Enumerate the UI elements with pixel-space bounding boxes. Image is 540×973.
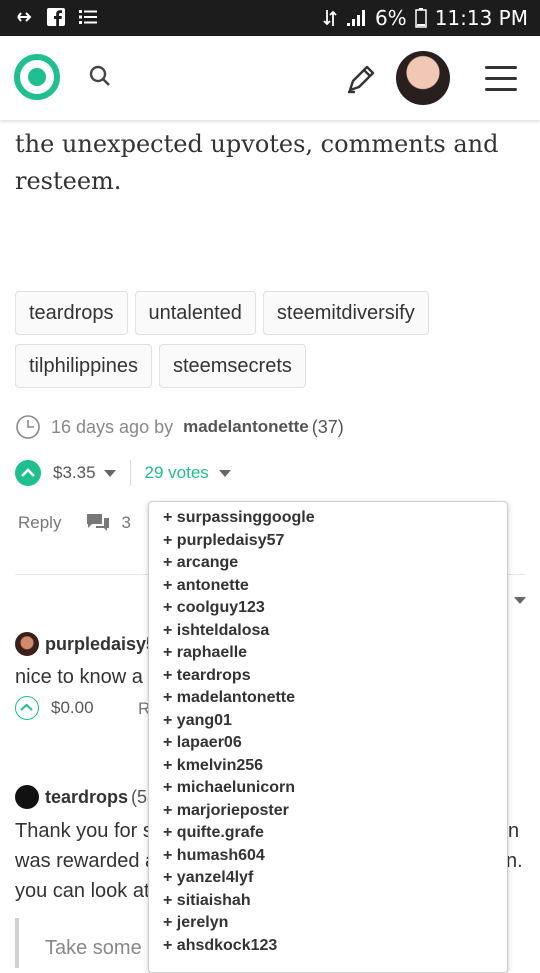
upvote-button[interactable] [15,696,39,720]
facebook-icon [47,8,65,26]
voter-item[interactable]: + purpledaisy57 [163,530,507,553]
upvote-button[interactable] [15,460,41,486]
voter-item[interactable]: + humash604 [163,845,507,868]
battery-percent: 6% [374,6,407,30]
comment-avatar[interactable] [15,632,39,656]
comment-text-line: you can look at [15,880,150,902]
voter-item[interactable]: + yanzel4lyf [163,867,507,890]
voter-item[interactable]: + ahsdkock123 [163,935,507,958]
post-body: the unexpected upvotes, comments and res… [15,126,515,200]
voter-list: + surpassinggoogle + purpledaisy57 + arcan… [149,502,507,957]
system-indicators: 6% 11:13 PM [323,6,528,30]
usb-icon [17,12,32,22]
app-header [0,36,540,120]
voter-item[interactable]: + antonette [163,575,507,598]
chevron-up-icon [21,468,35,477]
notification-icons [14,7,98,27]
comment-text-line: Thank you for s [15,820,153,842]
comment-author[interactable]: purpledaisy5 [45,634,156,655]
avatar[interactable] [396,51,450,105]
divider [129,460,131,486]
payout-amount[interactable]: $3.35 [53,463,96,483]
tag-tilphilippines[interactable]: tilphilippines [15,344,152,388]
post-actions: Reply 3 [18,512,131,534]
comment-text-line: was rewarded a [15,850,157,872]
comment-header: purpledaisy5 [15,632,156,656]
voter-item[interactable]: + marjorieposter [163,800,507,823]
payout-dropdown-icon[interactable] [103,469,116,477]
tag-steemitdiversify[interactable]: steemitdiversify [262,291,429,335]
comment-payout[interactable]: $0.00 [51,698,94,718]
data-transfer-icon [323,10,337,26]
comment-text: nice to know a f [15,666,154,688]
voter-item[interactable]: + coolguy123 [163,597,507,620]
vote-bar: $3.35 29 votes [15,460,231,486]
comment-avatar[interactable] [15,785,39,809]
comment-text-fragment: n. [506,850,523,872]
voter-item[interactable]: + michaelunicorn [163,777,507,800]
comment-vote: $0.00 [15,696,94,720]
voter-item[interactable]: + arcange [163,552,507,575]
votes-dropdown-icon[interactable] [218,469,231,477]
voter-item[interactable]: + madelantonette [163,687,507,710]
voter-item[interactable]: + surpassinggoogle [163,507,507,530]
voters-dropdown: + surpassinggoogle + purpledaisy57 + arcan… [148,501,508,973]
reply-button[interactable]: Reply [18,513,61,533]
post-meta: 16 days ago by madelantonette (37) [15,414,344,440]
comment-author[interactable]: teardrops [45,787,128,808]
voter-item[interactable]: + lapaer06 [163,732,507,755]
post-author-link[interactable]: madelantonette [183,417,309,438]
comment-count: 3 [121,513,131,532]
sort-dropdown-icon[interactable] [514,597,526,604]
author-reputation: (37) [311,416,344,437]
comment-text-fragment: n [508,820,520,842]
tag-untalented[interactable]: untalented [134,291,256,335]
tag-teardrops[interactable]: teardrops [15,291,128,335]
voter-item[interactable]: + kmelvin256 [163,755,507,778]
voter-item[interactable]: + raphaelle [163,642,507,665]
clock-icon [16,415,40,439]
voter-item[interactable]: + ishteldalosa [163,620,507,643]
comments-icon[interactable] [85,512,111,534]
status-bar: 6% 11:13 PM [0,0,540,36]
votes-dropdown[interactable]: 29 votes [145,463,209,483]
voter-item[interactable]: + teardrops [163,665,507,688]
post-body-line: resteem. [15,167,122,195]
search-icon[interactable] [88,64,112,88]
blockquote-bar [15,918,19,968]
tag-steemsecrets[interactable]: steemsecrets [158,344,306,388]
comment-header: teardrops (53 [15,785,157,809]
post-body-line: the unexpected upvotes, comments and [15,130,499,158]
voter-item[interactable]: + yang01 [163,710,507,733]
list-icon [79,10,97,24]
clock-time: 11:13 PM [434,6,528,30]
pen-icon[interactable] [344,62,378,96]
chevron-up-icon [20,703,33,711]
voter-item[interactable]: + sitiaishah [163,890,507,913]
steemit-logo-icon[interactable] [14,54,60,100]
blockquote-text: Take some i [45,937,152,959]
menu-icon[interactable] [485,66,517,92]
voter-item[interactable]: + quifte.grafe [163,822,507,845]
signal-icon [346,10,365,26]
battery-icon [414,8,427,28]
tag-list: teardrops untalented steemitdiversify tilp… [15,291,525,397]
voter-item[interactable]: + jerelyn [163,912,507,935]
post-time: 16 days ago by [51,416,174,437]
